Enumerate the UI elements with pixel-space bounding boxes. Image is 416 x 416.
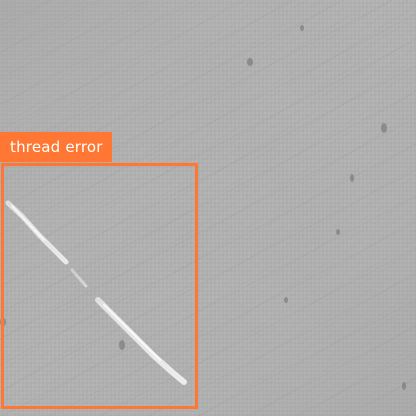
detection-label: thread error xyxy=(0,132,112,162)
inspection-image: thread error xyxy=(0,0,416,416)
detection-bounding-box xyxy=(1,163,198,409)
